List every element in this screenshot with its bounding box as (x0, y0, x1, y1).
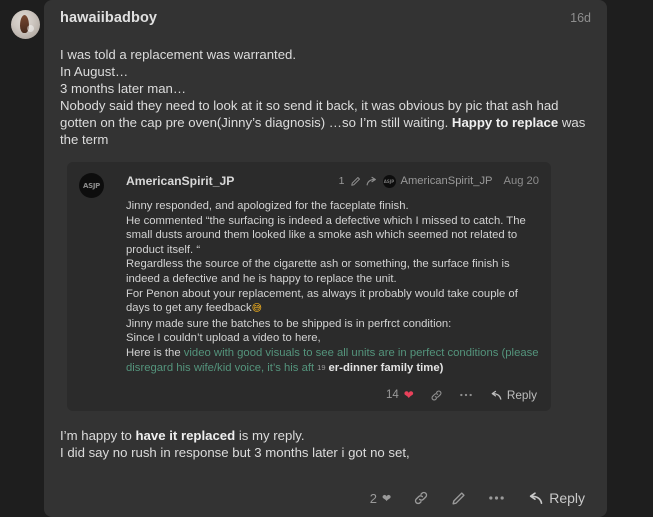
plain-text: For Penon about your replacement, as alw… (126, 287, 518, 315)
quoted-username[interactable]: AmericanSpirit_JP (126, 174, 234, 188)
text-line: I did say no rush in response but 3 mont… (60, 444, 591, 461)
sweat-smile-emoji: 😅 (251, 303, 263, 315)
text-line: Nobody said they need to look at it so s… (60, 97, 591, 148)
quoted-date: Aug 20 (503, 175, 539, 187)
pencil-icon[interactable] (451, 491, 466, 506)
post-body-top: I was told a replacement was warranted. I… (60, 46, 591, 148)
quoted-reply-button[interactable]: Reply (489, 388, 537, 402)
quoted-post-footer: 14 ❤ Reply (126, 386, 539, 404)
reply-forward-arrow-icon[interactable] (366, 176, 378, 187)
user-avatar[interactable] (11, 10, 40, 39)
quoted-like-group[interactable]: 14 ❤ (386, 389, 414, 401)
post-timestamp: 16d (570, 11, 591, 25)
footnote-number: 19 (317, 362, 326, 372)
post-card: hawaiibadboy 16d I was told a replacemen… (44, 0, 607, 517)
ellipsis-icon[interactable] (459, 392, 473, 398)
quoted-post-body: Jinny responded, and apologized for the … (126, 199, 539, 375)
text-line: 3 months later man… (60, 80, 591, 97)
plain-text: I did say no rush in response but 3 mont… (60, 445, 410, 461)
quoted-post[interactable]: ASJP AmericanSpirit_JP 1 ASJP AmericanSp… (67, 162, 551, 412)
quoted-main: AmericanSpirit_JP 1 ASJP AmericanSpirit_… (126, 172, 539, 404)
quoted-user-avatar[interactable]: ASJP (79, 173, 104, 198)
plain-text: 3 months later man… (60, 81, 187, 96)
plain-text: In August… (60, 64, 129, 79)
quoted-reply-to-username[interactable]: AmericanSpirit_JP (401, 175, 493, 187)
plain-text: Jinny responded, and apologized for the … (126, 200, 409, 212)
text-line: He commented “the surfacing is indeed a … (126, 214, 539, 258)
plain-text: is my reply. (235, 428, 305, 444)
post-row: hawaiibadboy 16d I was told a replacemen… (0, 0, 653, 517)
text-line: For Penon about your replacement, as alw… (126, 287, 539, 317)
link-icon[interactable] (430, 389, 443, 402)
plain-text: Since I couldn’t upload a video to here, (126, 332, 321, 345)
text-line: In August… (60, 63, 591, 80)
link-icon[interactable] (413, 490, 429, 506)
reply-label: Reply (549, 490, 585, 507)
plain-text: He commented “the surfacing is indeed a … (126, 214, 526, 256)
post-header: hawaiibadboy 16d (60, 10, 591, 32)
plain-text: Jinny made sure the batches to be shippe… (126, 317, 452, 330)
avatar-column (0, 0, 44, 39)
post-like-group[interactable]: 2 ❤ (370, 491, 391, 506)
reply-button[interactable]: Reply (527, 490, 585, 506)
reply-arrow-icon (527, 492, 543, 505)
quoted-meta: 1 ASJP AmericanSpirit_JP Aug 20 (338, 174, 539, 188)
post-footer: 2 ❤ Reply (60, 487, 591, 509)
plain-text: I was told a replacement was warranted. (60, 47, 297, 62)
post-username[interactable]: hawaiibadboy (60, 10, 157, 26)
forum-post-page: hawaiibadboy 16d I was told a replacemen… (0, 0, 653, 517)
quoted-like-count: 14 (385, 389, 399, 402)
plain-text: I’m happy to (60, 428, 136, 444)
emphasis-text: Happy to replace (451, 115, 559, 130)
text-line: Regardless the source of the cigarette a… (126, 257, 539, 286)
quoted-post-inner: ASJP AmericanSpirit_JP 1 ASJP AmericanSp… (79, 172, 539, 404)
quoted-reply-to-avatar[interactable]: ASJP (382, 174, 396, 188)
plain-text: Here is the (126, 346, 184, 359)
pencil-icon[interactable] (350, 176, 361, 187)
quoted-avatar-column: ASJP (79, 172, 126, 198)
text-line: Since I couldn’t upload a video to here, (126, 331, 539, 346)
ellipsis-icon[interactable] (488, 495, 505, 501)
text-line: Here is the video with good visuals to s… (126, 346, 539, 375)
text-line: Jinny responded, and apologized for the … (126, 199, 539, 214)
quoted-reply-label: Reply (506, 388, 537, 403)
reply-arrow-icon (489, 390, 502, 401)
quoted-post-header: AmericanSpirit_JP 1 ASJP AmericanSpirit_… (126, 172, 539, 190)
text-line: I was told a replacement was warranted. (60, 46, 591, 63)
emphasis-text: have it replaced (135, 428, 236, 444)
post-body-bottom: I’m happy to have it replaced is my repl… (60, 427, 591, 461)
text-line: Jinny made sure the batches to be shippe… (126, 317, 539, 332)
heart-filled-icon[interactable]: ❤ (404, 389, 414, 401)
plain-text: Regardless the source of the cigarette a… (126, 258, 510, 285)
emphasis-text: er-dinner family time) (328, 361, 444, 374)
text-line: I’m happy to have it replaced is my repl… (60, 427, 591, 444)
heart-icon[interactable]: ❤ (382, 493, 391, 504)
quoted-reply-count: 1 (338, 175, 345, 187)
post-like-count: 2 (369, 490, 377, 506)
